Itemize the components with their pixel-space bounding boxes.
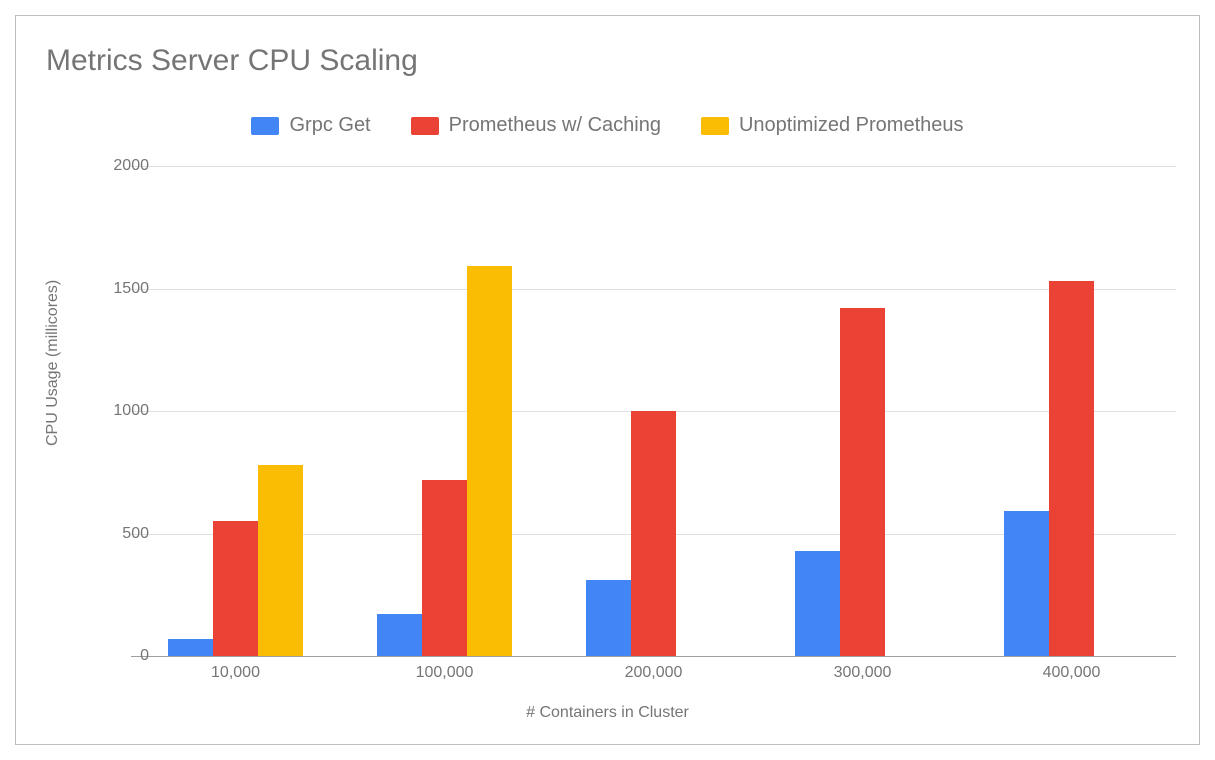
- y-axis-label: CPU Usage (millicores): [44, 280, 62, 446]
- legend: Grpc Get Prometheus w/ Caching Unoptimiz…: [16, 114, 1199, 137]
- y-tick-label: 500: [122, 525, 149, 543]
- bar: [795, 551, 840, 656]
- x-tick-label: 400,000: [1043, 664, 1101, 682]
- x-axis-label: # Containers in Cluster: [16, 704, 1199, 722]
- plot-area: [131, 166, 1176, 656]
- y-tick-label: 2000: [113, 157, 149, 175]
- bar: [1049, 281, 1094, 656]
- legend-item-grpc: Grpc Get: [251, 114, 370, 137]
- chart-frame: Metrics Server CPU Scaling Grpc Get Prom…: [15, 15, 1200, 745]
- bar: [840, 308, 885, 656]
- legend-swatch: [411, 117, 439, 135]
- x-ticks: 10,000 100,000 200,000 300,000 400,000: [131, 664, 1176, 688]
- x-tick-label: 200,000: [625, 664, 683, 682]
- bar: [168, 639, 213, 656]
- y-tick-label: 0: [140, 647, 149, 665]
- bar: [467, 266, 512, 656]
- x-tick-label: 10,000: [211, 664, 260, 682]
- bar: [422, 480, 467, 656]
- legend-swatch: [251, 117, 279, 135]
- bar: [586, 580, 631, 656]
- bar: [631, 411, 676, 656]
- legend-swatch: [701, 117, 729, 135]
- bar: [377, 614, 422, 656]
- x-tick-label: 100,000: [416, 664, 474, 682]
- chart-title: Metrics Server CPU Scaling: [46, 44, 418, 78]
- bar: [258, 465, 303, 656]
- y-tick-label: 1500: [113, 280, 149, 298]
- y-tick-label: 1000: [113, 402, 149, 420]
- legend-label: Grpc Get: [289, 114, 370, 137]
- legend-label: Unoptimized Prometheus: [739, 114, 964, 137]
- legend-item-prom-cache: Prometheus w/ Caching: [411, 114, 661, 137]
- legend-item-prom-unopt: Unoptimized Prometheus: [701, 114, 964, 137]
- bar: [213, 521, 258, 656]
- bar: [1004, 511, 1049, 656]
- x-tick-label: 300,000: [834, 664, 892, 682]
- legend-label: Prometheus w/ Caching: [449, 114, 661, 137]
